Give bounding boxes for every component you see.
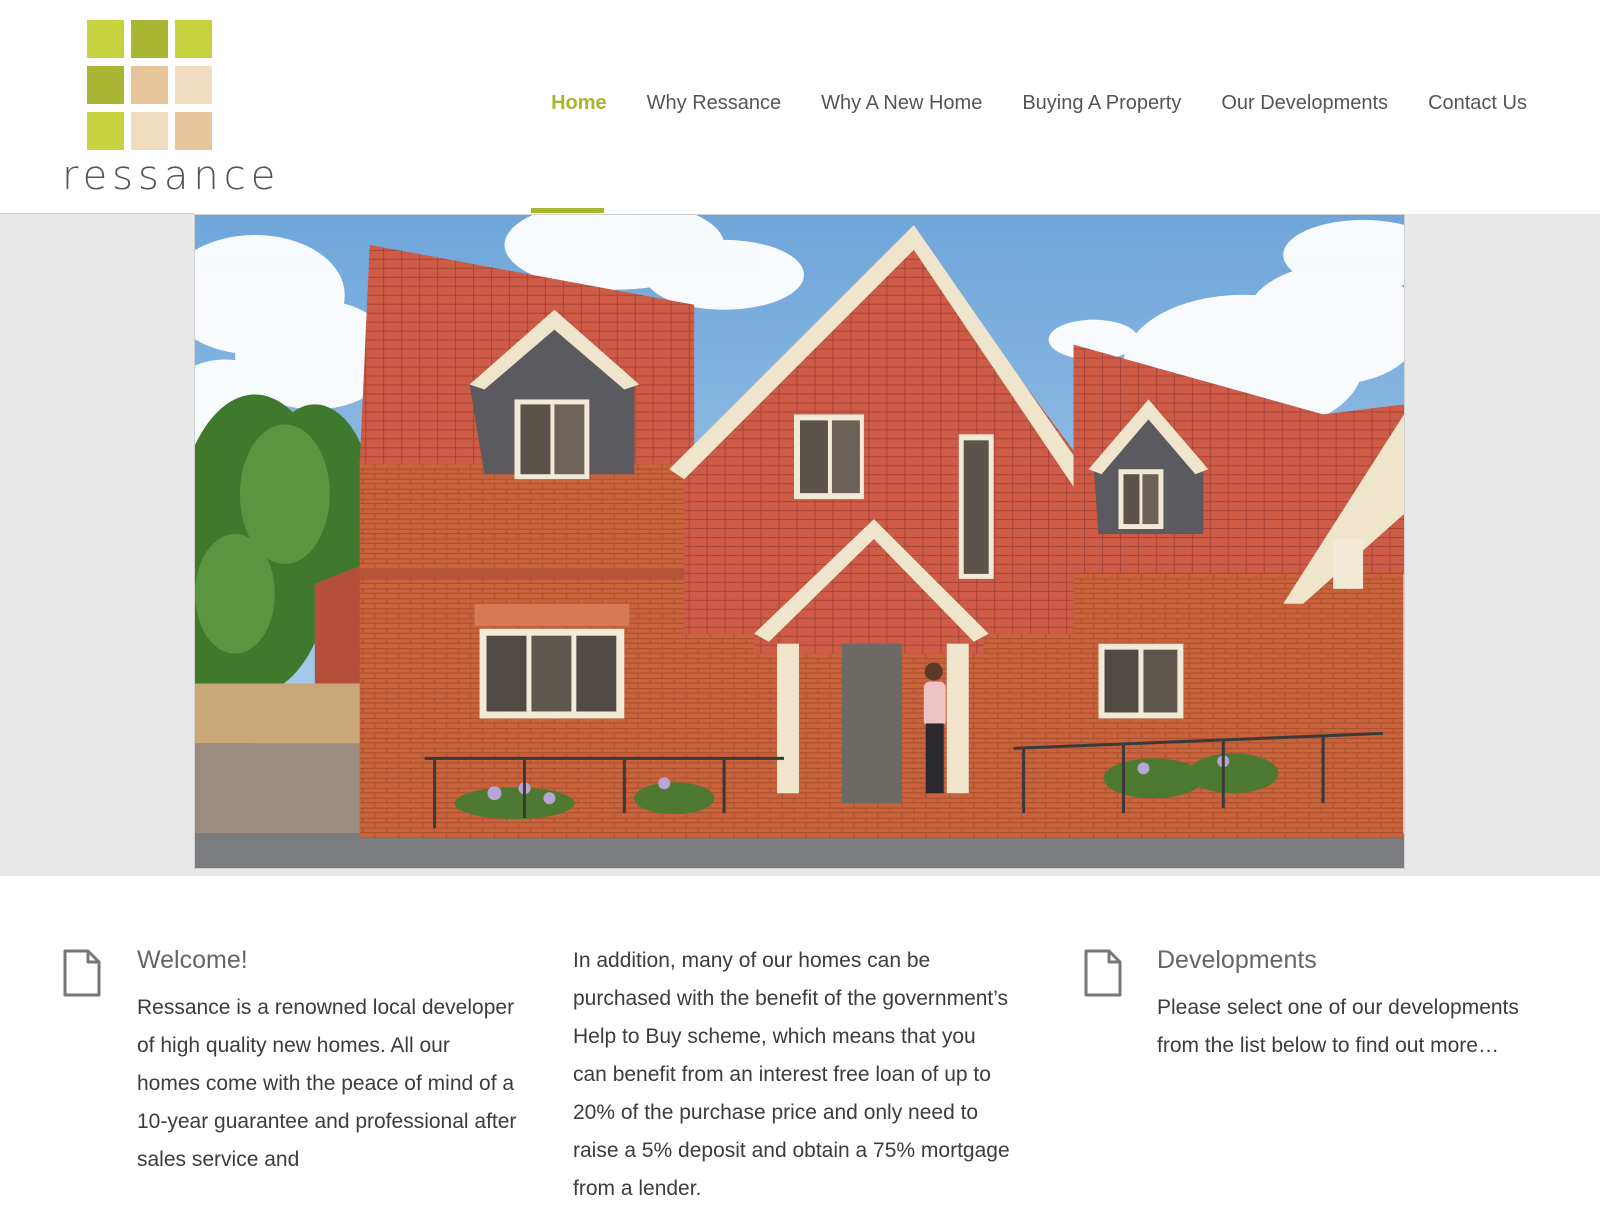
nav-why-ressance[interactable]: Why Ressance <box>647 88 782 118</box>
help-to-buy-text: In addition, many of our homes can be pu… <box>573 949 1010 1200</box>
developments-title: Developments <box>1157 946 1317 974</box>
nav-our-developments[interactable]: Our Developments <box>1221 88 1388 118</box>
welcome-title: Welcome! <box>137 946 248 974</box>
active-nav-indicator <box>531 208 604 213</box>
welcome-section: Welcome! Ressance is a renowned local de… <box>137 940 517 1179</box>
nav-buying-a-property[interactable]: Buying A Property <box>1022 88 1181 118</box>
welcome-text: Ressance is a renowned local developer o… <box>137 996 517 1171</box>
nav-home[interactable]: Home <box>551 88 607 118</box>
site-header: ressance Home Why Ressance Why A New Hom… <box>0 0 1600 214</box>
logo-wordmark: ressance <box>62 153 281 199</box>
help-to-buy-section: In addition, many of our homes can be pu… <box>573 942 1013 1208</box>
house-illustration <box>195 215 1404 868</box>
developments-section: Developments Please select one of our de… <box>1157 940 1537 1065</box>
ressance-logo[interactable]: ressance <box>62 18 281 199</box>
developments-text: Please select one of our developments fr… <box>1157 996 1519 1057</box>
nav-contact-us[interactable]: Contact Us <box>1428 88 1527 118</box>
hero-image-house <box>194 214 1405 869</box>
document-icon <box>1083 948 1123 998</box>
main-nav: Home Why Ressance Why A New Home Buying … <box>511 88 1527 118</box>
nav-why-a-new-home[interactable]: Why A New Home <box>821 88 982 118</box>
logo-tile-grid <box>87 20 212 155</box>
document-icon <box>62 948 102 998</box>
